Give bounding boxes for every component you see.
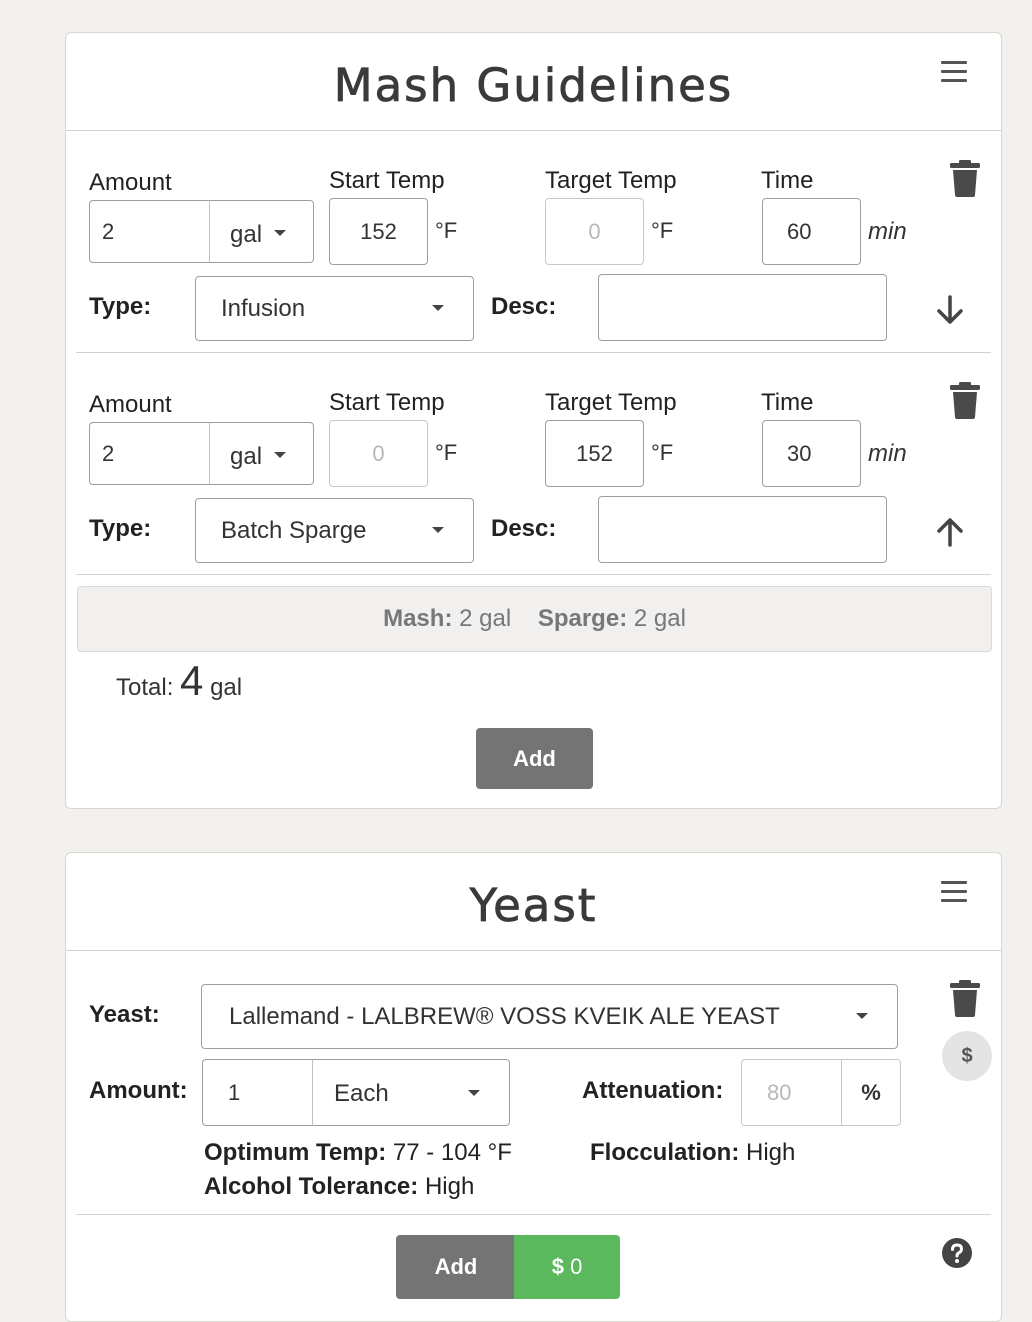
yeast-amount-unit-select[interactable]: Each <box>312 1059 510 1126</box>
alcohol-tolerance-label: Alcohol Tolerance: <box>204 1173 419 1200</box>
chevron-down-icon <box>432 305 444 311</box>
step2-time-input[interactable]: 30 <box>762 420 861 487</box>
dollar-icon: $ <box>961 1045 973 1067</box>
yeast-select[interactable]: Lallemand - LALBREW® VOSS KVEIK ALE YEAS… <box>201 984 898 1049</box>
yeast-cost-value: 0 <box>570 1254 583 1279</box>
flocculation-label: Flocculation: <box>590 1139 740 1166</box>
step2-amount-input[interactable]: 2 <box>89 422 211 485</box>
step1-target-temp-unit: °F <box>651 218 674 243</box>
step1-trash-icon[interactable] <box>950 159 980 197</box>
step2-type-select[interactable]: Batch Sparge <box>195 498 474 563</box>
step1-type-select[interactable]: Infusion <box>195 276 474 341</box>
attenuation-percent-addon: % <box>841 1059 901 1126</box>
step1-start-temp-label: Start Temp <box>329 167 445 194</box>
step2-start-temp-unit: °F <box>435 440 458 465</box>
step2-amount-unit-select[interactable]: gal <box>209 422 314 485</box>
total-value: 4 <box>180 657 204 704</box>
add-yeast-button[interactable]: Add <box>396 1235 516 1299</box>
alcohol-tolerance-value: High <box>424 1173 475 1200</box>
total-label: Total: <box>116 674 174 701</box>
yeast-card-title: Yeast <box>469 879 598 933</box>
step2-amount-label: Amount <box>89 391 172 418</box>
yeast-amount-input[interactable]: 1 <box>202 1059 314 1126</box>
step1-time-input[interactable]: 60 <box>762 198 861 265</box>
step1-target-temp-input[interactable]: 0 <box>545 198 644 265</box>
step1-start-temp-unit: °F <box>435 218 458 243</box>
step1-desc-input[interactable] <box>598 274 887 341</box>
chevron-down-icon <box>274 452 286 458</box>
step1-target-temp-label: Target Temp <box>545 167 677 194</box>
mash-card-title: Mash Guidelines <box>333 59 734 113</box>
step2-target-temp-input[interactable]: 152 <box>545 420 644 487</box>
step2-time-label: Time <box>761 389 814 416</box>
step1-amount-unit-select[interactable]: gal <box>209 200 314 263</box>
chevron-down-icon <box>468 1090 480 1096</box>
flocculation-value: High <box>746 1139 796 1166</box>
mash-sparge-summary: Mash: 2 gal Sparge: 2 gal <box>77 586 992 652</box>
yeast-card-header: Yeast <box>66 853 1001 951</box>
mash-value: 2 gal <box>459 605 512 632</box>
step2-desc-label: Desc: <box>491 515 557 542</box>
arrow-down-icon[interactable] <box>935 295 965 325</box>
add-mash-step-button[interactable]: Add <box>476 728 593 789</box>
flocculation: Flocculation: High <box>590 1139 795 1167</box>
help-icon[interactable] <box>941 1237 973 1269</box>
alcohol-tolerance: Alcohol Tolerance: High <box>204 1173 474 1201</box>
chevron-down-icon <box>432 527 444 533</box>
total-volume: Total: 4 gal <box>116 657 242 705</box>
optimum-temp-label: Optimum Temp: <box>204 1139 387 1166</box>
step2-trash-icon[interactable] <box>950 381 980 419</box>
attenuation-input[interactable]: 80 <box>741 1059 843 1126</box>
total-unit: gal <box>210 674 243 701</box>
yeast-cost-button[interactable]: $ 0 <box>514 1235 620 1299</box>
step2-type-label: Type: <box>89 515 152 542</box>
step1-amount-label: Amount <box>89 169 172 196</box>
optimum-temp-value: 77 - 104 °F <box>392 1139 512 1166</box>
step2-time-unit: min <box>868 440 907 467</box>
mash-card-header: Mash Guidelines <box>66 33 1001 131</box>
step-divider <box>76 352 991 353</box>
step2-target-temp-label: Target Temp <box>545 389 677 416</box>
step1-amount-input[interactable]: 2 <box>89 200 211 263</box>
step2-start-temp-label: Start Temp <box>329 389 445 416</box>
step2-target-temp-unit: °F <box>651 440 674 465</box>
yeast-trash-icon[interactable] <box>950 979 980 1017</box>
step2-desc-input[interactable] <box>598 496 887 563</box>
arrow-up-icon[interactable] <box>935 517 965 547</box>
yeast-price-button[interactable]: $ <box>942 1031 992 1081</box>
step1-desc-label: Desc: <box>491 293 557 320</box>
step2-start-temp-input[interactable]: 0 <box>329 420 428 487</box>
sparge-value: 2 gal <box>633 605 686 632</box>
optimum-temp: Optimum Temp: 77 - 104 °F <box>204 1139 512 1167</box>
step1-type-label: Type: <box>89 293 152 320</box>
step1-time-label: Time <box>761 167 814 194</box>
yeast-menu-icon[interactable] <box>941 881 967 903</box>
yeast-label: Yeast: <box>89 1001 160 1028</box>
yeast-cost-symbol: $ <box>551 1254 564 1279</box>
chevron-down-icon <box>274 230 286 236</box>
mash-label: Mash: <box>383 605 453 632</box>
mash-guidelines-card: Mash Guidelines Amount Start Temp Target… <box>65 32 1002 809</box>
step1-time-unit: min <box>868 218 907 245</box>
yeast-divider <box>76 1214 991 1215</box>
sparge-label: Sparge: <box>537 605 628 632</box>
yeast-card: Yeast Yeast: Lallemand - LALBREW® VOSS K… <box>65 852 1002 1322</box>
chevron-down-icon <box>856 1013 868 1019</box>
step1-start-temp-input[interactable]: 152 <box>329 198 428 265</box>
mash-menu-icon[interactable] <box>941 61 967 83</box>
yeast-amount-label: Amount: <box>89 1077 188 1104</box>
attenuation-label: Attenuation: <box>582 1077 724 1104</box>
step-divider <box>76 574 991 575</box>
